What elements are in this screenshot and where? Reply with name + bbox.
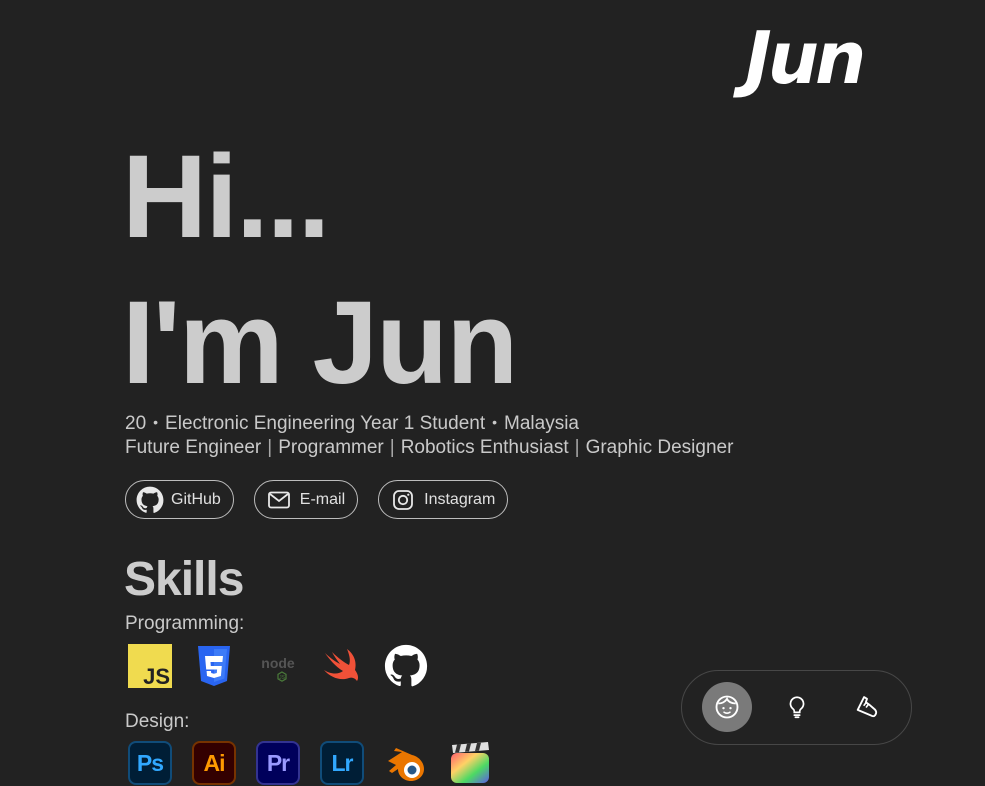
final-cut-pro-icon [448,741,492,785]
github-link-button[interactable]: GitHub [125,480,234,519]
instagram-link-label: Instagram [424,490,496,508]
role-text: Programmer [278,437,384,458]
about-me-button[interactable] [702,682,752,732]
role-text: Robotics Enthusiast [400,437,569,458]
roles-line: Future Engineer | Programmer | Robotics Enth… [125,437,734,458]
design-label: Design: [125,711,190,732]
name-heading: I'm Jun [122,277,518,409]
photoshop-icon: Ps [128,741,172,785]
study-text: Electronic Engineering Year 1 Student [165,413,486,434]
illustrator-icon: Ai [192,741,236,785]
svg-text:JS: JS [279,675,286,681]
programming-skills-row: JS node JS [128,644,448,688]
github-icon [136,486,164,514]
bio-info-line: 20 • Electronic Engineering Year 1 Student… [125,414,579,433]
separator-dot: • [492,414,498,430]
separator-dot: • [153,414,159,430]
instagram-link-button[interactable]: Instagram [378,480,509,519]
shoe-icon [856,696,878,718]
activities-button[interactable] [842,682,892,732]
svg-text:node: node [261,655,295,671]
swift-icon [320,644,364,688]
bottom-dock [681,670,912,745]
lightroom-icon: Lr [320,741,364,785]
blender-icon [384,741,428,785]
email-link-button[interactable]: E-mail [253,480,359,519]
javascript-icon: JS [128,644,172,688]
css3-icon [192,644,236,688]
age-text: 20 [125,413,147,434]
instagram-icon [389,486,417,514]
mail-icon [265,486,293,514]
skills-heading: Skills [124,553,244,606]
email-link-label: E-mail [299,490,346,508]
programming-label: Programming: [125,613,245,634]
role-text: Future Engineer [125,437,262,458]
face-icon [715,695,739,719]
lightbulb-icon [789,696,805,719]
github-link-label: GitHub [171,490,221,508]
location-text: Malaysia [504,413,579,434]
role-text: Graphic Designer [585,437,734,458]
design-skills-row: Ps Ai Pr Lr [128,741,512,785]
social-links: GitHub E-mail Instagram [125,480,528,519]
greeting-heading: Hi... [122,131,330,263]
ideas-button[interactable] [772,682,822,732]
github-icon [384,644,428,688]
svg-text:JS: JS [143,664,170,688]
premiere-icon: Pr [256,741,300,785]
jun-logo[interactable]: Jun [745,22,866,94]
nodejs-icon: node JS [256,644,300,688]
